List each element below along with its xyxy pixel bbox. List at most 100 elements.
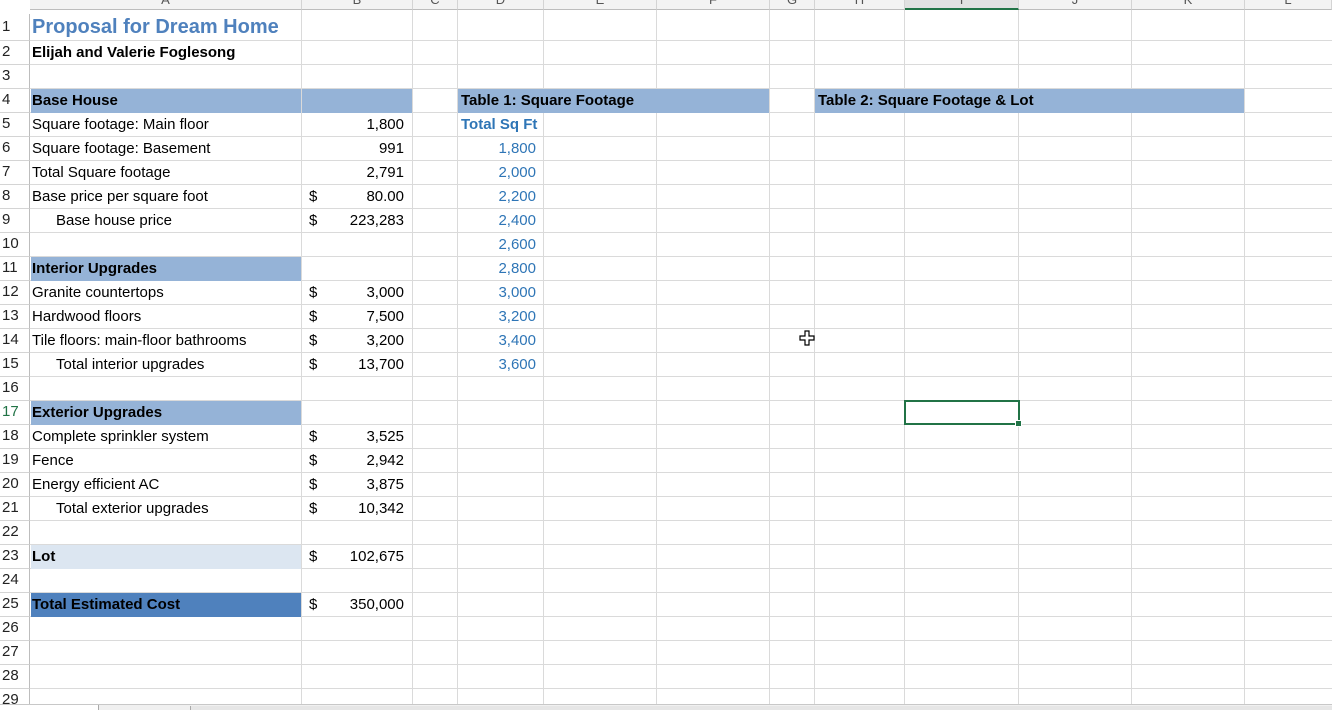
gridline <box>30 232 1332 233</box>
basement-value[interactable]: 991 <box>302 137 412 161</box>
row-header-27[interactable]: 27 <box>0 641 30 665</box>
table1-value[interactable]: 2,400 <box>458 209 544 233</box>
column-header-l[interactable]: L <box>1245 0 1332 10</box>
row-header-4[interactable]: 4 <box>0 89 30 113</box>
row-header-15[interactable]: 15 <box>0 353 30 377</box>
row-header-10[interactable]: 10 <box>0 233 30 257</box>
interior-header[interactable]: Interior Upgrades <box>32 257 157 281</box>
row-header-26[interactable]: 26 <box>0 617 30 641</box>
total-sqft-label[interactable]: Total Square footage <box>32 161 170 185</box>
table1-title[interactable]: Table 1: Square Footage <box>461 89 634 113</box>
row-header-24[interactable]: 24 <box>0 569 30 593</box>
row-header-7[interactable]: 7 <box>0 161 30 185</box>
row-header-9[interactable]: 9 <box>0 209 30 233</box>
lot-label[interactable]: Lot <box>32 545 55 569</box>
exterior-total-value[interactable]: 10,342 <box>302 497 412 521</box>
row-header-17[interactable]: 17 <box>0 401 30 425</box>
lot-value[interactable]: 102,675 <box>302 545 412 569</box>
row-header-19[interactable]: 19 <box>0 449 30 473</box>
table1-value[interactable]: 3,000 <box>458 281 544 305</box>
column-header-i[interactable]: I <box>905 0 1019 10</box>
interior-item-value[interactable]: 7,500 <box>302 305 412 329</box>
gridline <box>30 160 1332 161</box>
column-header-b[interactable]: B <box>302 0 413 10</box>
base-price-value[interactable]: 223,283 <box>302 209 412 233</box>
interior-item-label[interactable]: Hardwood floors <box>32 305 141 329</box>
main-floor-value[interactable]: 1,800 <box>302 113 412 137</box>
table1-value[interactable]: 2,800 <box>458 257 544 281</box>
column-header-a[interactable]: A <box>30 0 302 10</box>
row-header-23[interactable]: 23 <box>0 545 30 569</box>
interior-item-value[interactable]: 3,200 <box>302 329 412 353</box>
column-header-h[interactable]: H <box>815 0 905 10</box>
interior-item-label[interactable]: Granite countertops <box>32 281 164 305</box>
exterior-item-value[interactable]: 3,875 <box>302 473 412 497</box>
row-header-1[interactable]: 1 <box>0 14 30 41</box>
column-header-k[interactable]: K <box>1132 0 1245 10</box>
row-header-14[interactable]: 14 <box>0 329 30 353</box>
exterior-item-label[interactable]: Fence <box>32 449 74 473</box>
interior-total-label[interactable]: Total interior upgrades <box>56 353 204 377</box>
column-header-c[interactable]: C <box>413 0 458 10</box>
selected-cell[interactable] <box>904 400 1022 427</box>
row-header-2[interactable]: 2 <box>0 41 30 65</box>
exterior-item-label[interactable]: Complete sprinkler system <box>32 425 209 449</box>
gridline <box>30 448 1332 449</box>
column-header-d[interactable]: D <box>458 0 544 10</box>
row-header-11[interactable]: 11 <box>0 257 30 281</box>
column-header-e[interactable]: E <box>544 0 657 10</box>
row-header-21[interactable]: 21 <box>0 497 30 521</box>
table1-value[interactable]: 3,200 <box>458 305 544 329</box>
row-header-22[interactable]: 22 <box>0 521 30 545</box>
price-per-sqft-value[interactable]: 80.00 <box>302 185 412 209</box>
main-floor-label[interactable]: Square footage: Main floor <box>32 113 209 137</box>
total-cost-label[interactable]: Total Estimated Cost <box>32 593 180 617</box>
row-header-3[interactable]: 3 <box>0 65 30 89</box>
table1-value[interactable]: 3,400 <box>458 329 544 353</box>
price-per-sqft-label[interactable]: Base price per square foot <box>32 185 208 209</box>
row-header-18[interactable]: 18 <box>0 425 30 449</box>
row-header-25[interactable]: 25 <box>0 593 30 617</box>
table1-value[interactable]: 1,800 <box>458 137 544 161</box>
column-header-j[interactable]: J <box>1019 0 1132 10</box>
base-price-label[interactable]: Base house price <box>56 209 172 233</box>
gridline <box>30 472 1332 473</box>
horizontal-scrollbar[interactable] <box>190 706 1332 710</box>
spreadsheet-grid[interactable]: A B C D E F G H I J K L 1 2 3 4 5 6 <box>0 0 1332 710</box>
table1-value[interactable]: 2,600 <box>458 233 544 257</box>
basement-label[interactable]: Square footage: Basement <box>32 137 210 161</box>
table1-value[interactable]: 3,600 <box>458 353 544 377</box>
total-cost-value[interactable]: 350,000 <box>302 593 412 617</box>
interior-item-value[interactable]: 3,000 <box>302 281 412 305</box>
exterior-item-value[interactable]: 2,942 <box>302 449 412 473</box>
page-title[interactable]: Proposal for Dream Home <box>32 14 279 41</box>
row-header-28[interactable]: 28 <box>0 665 30 689</box>
table1-column-header[interactable]: Total Sq Ft <box>461 113 537 137</box>
sheet-tab-area[interactable] <box>0 705 99 710</box>
column-header-g[interactable]: G <box>770 0 815 10</box>
row-header-20[interactable]: 20 <box>0 473 30 497</box>
row-header-5[interactable]: 5 <box>0 113 30 137</box>
total-sqft-value[interactable]: 2,791 <box>302 161 412 185</box>
table1-value[interactable]: 2,000 <box>458 161 544 185</box>
gridline <box>30 496 1332 497</box>
table2-title[interactable]: Table 2: Square Footage & Lot <box>818 89 1034 113</box>
row-header-16[interactable]: 16 <box>0 377 30 401</box>
row-header-13[interactable]: 13 <box>0 305 30 329</box>
gridline <box>1131 10 1132 710</box>
interior-total-value[interactable]: 13,700 <box>302 353 412 377</box>
exterior-header[interactable]: Exterior Upgrades <box>32 401 162 425</box>
fill-handle[interactable] <box>1015 420 1022 427</box>
row-header-6[interactable]: 6 <box>0 137 30 161</box>
column-header-f[interactable]: F <box>657 0 770 10</box>
subtitle[interactable]: Elijah and Valerie Foglesong <box>32 41 235 65</box>
row-header-12[interactable]: 12 <box>0 281 30 305</box>
exterior-item-label[interactable]: Energy efficient AC <box>32 473 159 497</box>
table1-value[interactable]: 2,200 <box>458 185 544 209</box>
gridline <box>30 304 1332 305</box>
interior-item-label[interactable]: Tile floors: main-floor bathrooms <box>32 329 247 353</box>
base-house-header[interactable]: Base House <box>32 89 118 113</box>
row-header-8[interactable]: 8 <box>0 185 30 209</box>
exterior-item-value[interactable]: 3,525 <box>302 425 412 449</box>
exterior-total-label[interactable]: Total exterior upgrades <box>56 497 209 521</box>
